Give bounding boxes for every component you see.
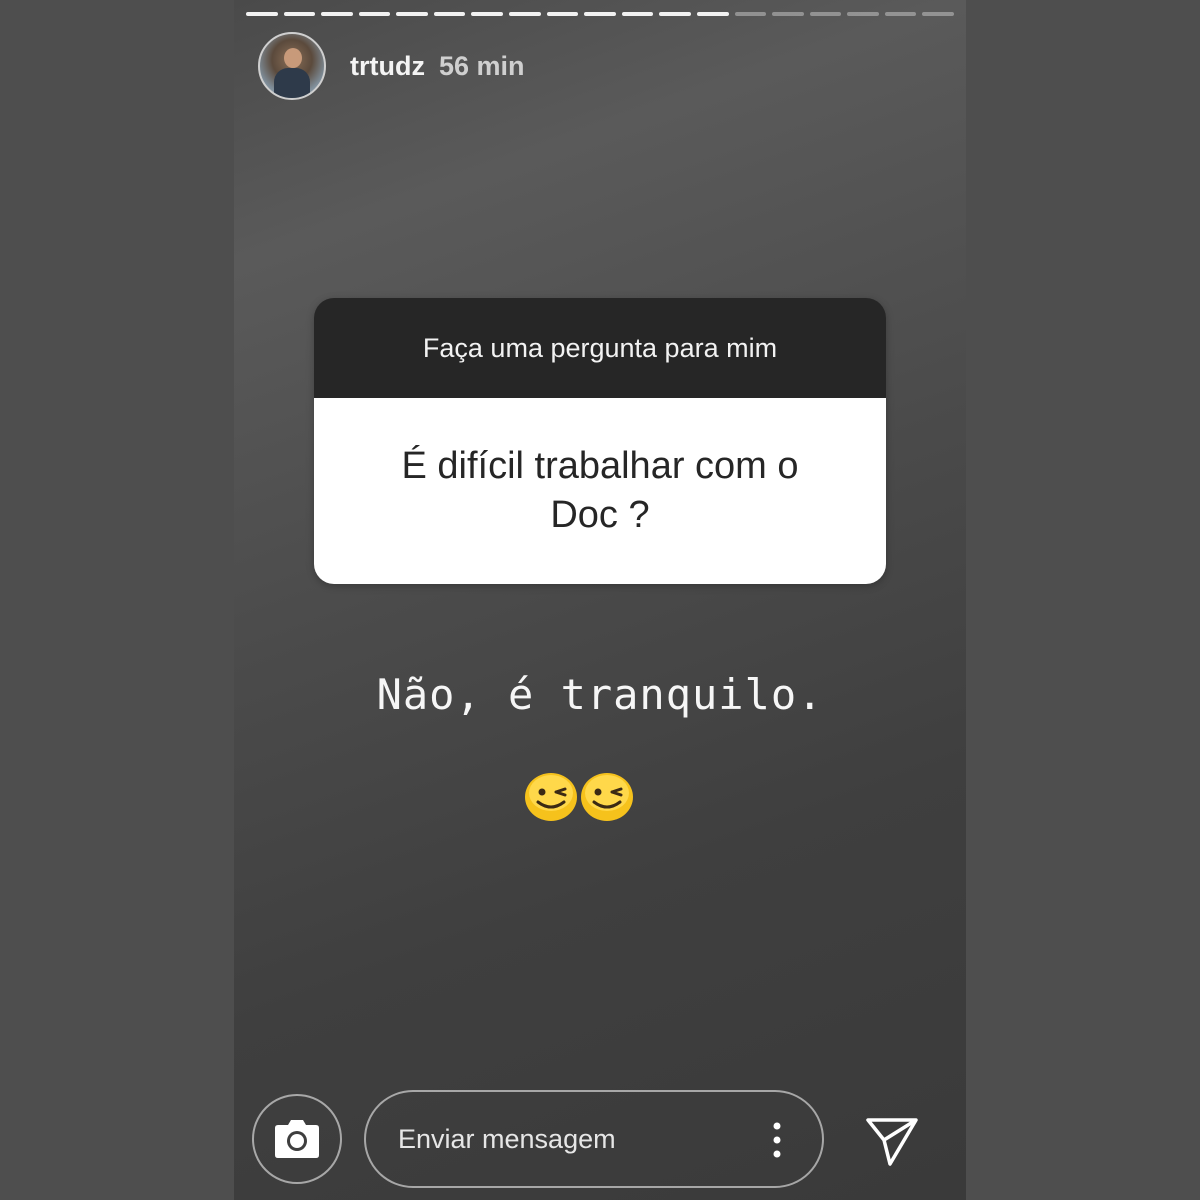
progress-segment xyxy=(734,12,767,16)
progress-segment xyxy=(433,12,466,16)
progress-segment xyxy=(922,12,954,16)
question-sticker-question: É difícil trabalhar com o Doc ? xyxy=(314,398,886,584)
progress-segment xyxy=(621,12,654,16)
more-vertical-icon[interactable] xyxy=(772,1122,782,1158)
question-sticker-prompt: Faça uma pergunta para mim xyxy=(314,298,886,398)
question-sticker: Faça uma pergunta para mim É difícil tra… xyxy=(314,298,886,584)
emoji-row xyxy=(524,772,634,822)
story-header: trtudz 56 min xyxy=(258,32,525,100)
progress-segment xyxy=(809,12,842,16)
camera-button[interactable] xyxy=(252,1094,342,1184)
avatar-body xyxy=(274,68,310,98)
progress-segment xyxy=(884,12,917,16)
progress-segment xyxy=(584,12,616,16)
progress-segment xyxy=(471,12,504,16)
message-input-placeholder: Enviar mensagem xyxy=(398,1124,616,1154)
avatar-head xyxy=(284,48,302,68)
message-input[interactable]: Enviar mensagem xyxy=(364,1090,824,1188)
progress-segment xyxy=(283,12,316,16)
camera-icon xyxy=(275,1120,319,1158)
progress-segment xyxy=(509,12,541,16)
story-progress-bar xyxy=(246,12,954,16)
avatar[interactable] xyxy=(258,32,326,100)
send-icon[interactable] xyxy=(864,1112,920,1168)
progress-segment xyxy=(321,12,353,16)
winking-face-emoji xyxy=(581,773,633,821)
answer-text: Não, é tranquilo. xyxy=(376,670,824,719)
progress-segment xyxy=(772,12,804,16)
progress-segment xyxy=(696,12,729,16)
winking-face-emoji xyxy=(525,773,577,821)
progress-segment xyxy=(847,12,879,16)
reply-bar: Enviar mensagem xyxy=(234,1090,966,1190)
username[interactable]: trtudz xyxy=(350,51,425,82)
progress-segment xyxy=(246,12,278,16)
progress-segment xyxy=(358,12,391,16)
story-viewer[interactable]: trtudz 56 min Faça uma pergunta para mim… xyxy=(234,0,966,1200)
progress-segment xyxy=(546,12,579,16)
progress-segment xyxy=(659,12,691,16)
progress-segment xyxy=(396,12,428,16)
time-ago: 56 min xyxy=(438,50,525,81)
